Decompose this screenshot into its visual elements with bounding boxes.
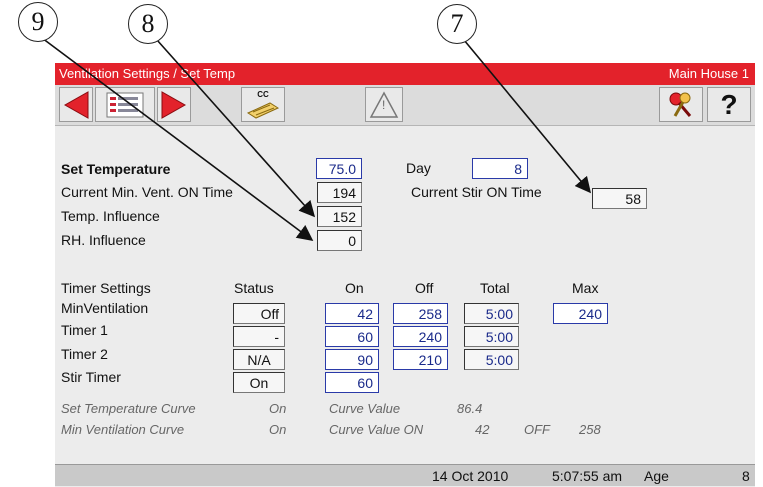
temp-influence-label: Temp. Influence: [61, 208, 160, 224]
set-temperature-field[interactable]: 75.0: [316, 158, 362, 179]
timer-on-timer-2[interactable]: 90: [325, 349, 379, 370]
timer-name-timer-2: Timer 2: [61, 346, 108, 362]
timer-max-minventilation[interactable]: 240: [553, 303, 608, 324]
min-vent-curve-on-value: 42: [475, 422, 490, 437]
timer-total-timer-2: 5:00: [464, 349, 519, 370]
red-right-arrow-icon: [161, 90, 187, 119]
house-name: Main House 1: [668, 66, 749, 81]
max-header: Max: [572, 280, 599, 296]
timer-off-minventilation[interactable]: 258: [393, 303, 448, 324]
timer-off-timer-2[interactable]: 210: [393, 349, 448, 370]
on-header: On: [345, 280, 364, 296]
status-time: 5:07:55 am: [552, 468, 623, 484]
cc-label: CC: [257, 90, 269, 99]
timer-on-stir-timer[interactable]: 60: [325, 372, 379, 393]
list-view-button[interactable]: [95, 87, 155, 122]
status-header: Status: [234, 280, 274, 296]
set-temp-curve-value-label: Curve Value: [329, 401, 401, 416]
stir-on-time-value: 58: [592, 188, 647, 209]
timer-name-stir-timer: Stir Timer: [61, 369, 121, 385]
status-age-value: 8: [742, 468, 750, 484]
status-date: 14 Oct 2010: [432, 468, 509, 484]
rh-influence-label: RH. Influence: [61, 232, 146, 248]
set-temperature-label: Set Temperature: [61, 161, 171, 177]
help-icon: ?: [720, 88, 738, 120]
timer-on-minventilation[interactable]: 42: [325, 303, 379, 324]
help-button[interactable]: ?: [707, 87, 751, 122]
total-header: Total: [480, 280, 510, 296]
callout-9: 9: [18, 2, 58, 42]
status-age-label: Age: [644, 468, 669, 484]
toolbar: CC ! ?: [55, 85, 755, 126]
callout-7: 7: [437, 4, 477, 44]
set-temp-curve-value: 86.4: [457, 401, 483, 416]
min-vent-on-value: 194: [317, 182, 362, 203]
back-button[interactable]: [59, 87, 93, 122]
red-left-arrow-icon: [63, 90, 89, 119]
forward-button[interactable]: [157, 87, 191, 122]
timer-status-stir-timer: On: [233, 372, 285, 393]
alarm-symbol: !: [382, 98, 386, 112]
temp-influence-value: 152: [317, 206, 362, 227]
cc-curve-button[interactable]: CC: [241, 87, 285, 122]
alarm-button[interactable]: !: [365, 87, 403, 122]
keys-icon: [669, 92, 692, 117]
curve-chart-icon: [246, 102, 280, 119]
timer-settings-header: Timer Settings: [61, 280, 151, 296]
min-vent-curve-off-value: 258: [579, 422, 601, 437]
screen-title: Ventilation Settings / Set Temp: [59, 66, 236, 81]
min-vent-curve-off-label: OFF: [524, 422, 550, 437]
off-header: Off: [415, 280, 434, 296]
timer-total-minventilation: 5:00: [464, 303, 519, 324]
title-bar: Ventilation Settings / Set Temp Main Hou…: [55, 63, 755, 85]
timer-status-timer-1: -: [233, 326, 285, 347]
min-vent-curve-state: On: [269, 422, 287, 437]
list-view-icon: [106, 92, 144, 117]
day-field[interactable]: 8: [472, 158, 528, 179]
login-button[interactable]: [659, 87, 703, 122]
day-label: Day: [406, 160, 431, 176]
timer-on-timer-1[interactable]: 60: [325, 326, 379, 347]
stir-on-time-label: Current Stir ON Time: [411, 184, 542, 200]
timer-off-timer-1[interactable]: 240: [393, 326, 448, 347]
timer-total-timer-1: 5:00: [464, 326, 519, 347]
set-temp-curve-label: Set Temperature Curve: [61, 401, 196, 416]
timer-name-minventilation: MinVentilation: [61, 300, 149, 316]
timer-status-timer-2: N/A: [233, 349, 285, 370]
set-temp-curve-state: On: [269, 401, 287, 416]
timer-status-minventilation: Off: [233, 303, 285, 324]
min-vent-on-label: Current Min. Vent. ON Time: [61, 184, 233, 200]
rh-influence-value: 0: [317, 230, 362, 251]
min-vent-curve-label: Min Ventilation Curve: [61, 422, 185, 437]
callout-8: 8: [128, 4, 168, 44]
status-bar: 14 Oct 2010 5:07:55 am Age 8: [55, 464, 755, 486]
ventilation-screen: Ventilation Settings / Set Temp Main Hou…: [55, 63, 755, 487]
min-vent-curve-on-label: Curve Value ON: [329, 422, 424, 437]
timer-name-timer-1: Timer 1: [61, 322, 108, 338]
